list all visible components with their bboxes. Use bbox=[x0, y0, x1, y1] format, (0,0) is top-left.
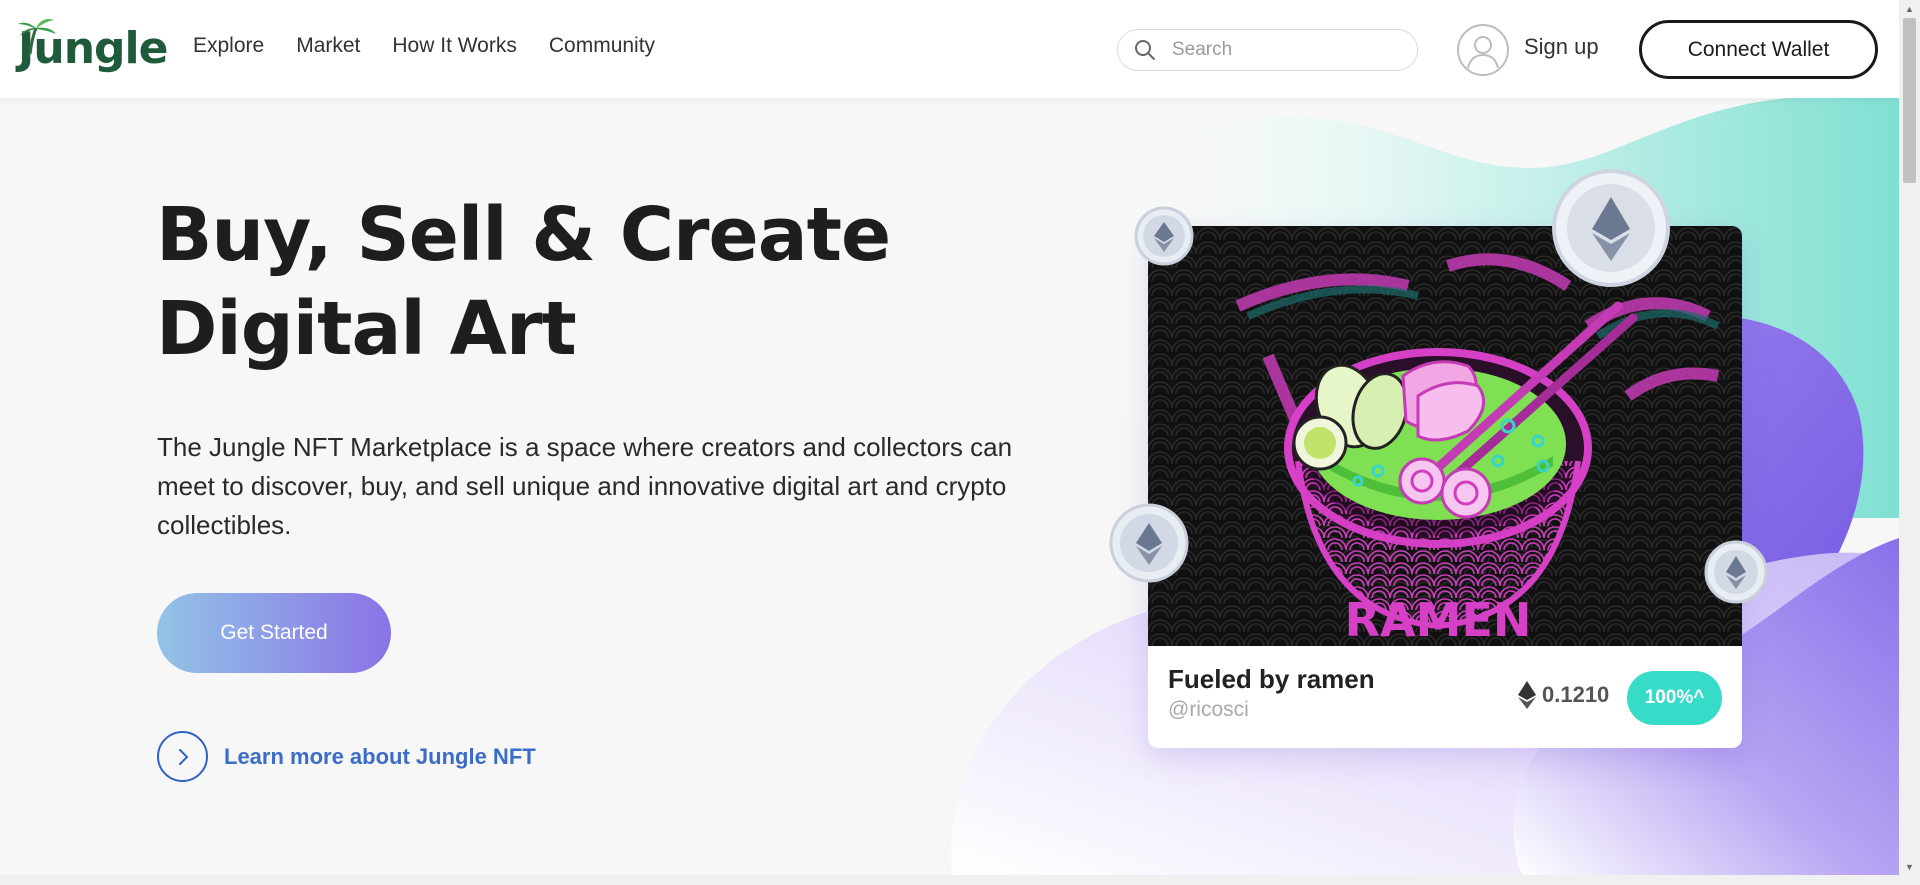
nav-how-it-works[interactable]: How It Works bbox=[392, 34, 516, 58]
nft-title: Fueled by ramen bbox=[1168, 664, 1375, 694]
nft-card[interactable]: RAMEN Fueled by ramen @ricosci 0.1210 10… bbox=[1148, 226, 1742, 748]
signup-link[interactable]: Sign up bbox=[1524, 34, 1599, 60]
top-navbar: Jungle Explore Market How It Works Commu… bbox=[0, 0, 1899, 98]
search-input[interactable] bbox=[1172, 39, 1402, 61]
ethereum-coin-icon bbox=[1109, 503, 1189, 583]
nft-price-value: 0.1210 bbox=[1542, 682, 1610, 707]
palm-logo-icon bbox=[18, 19, 56, 55]
nft-creator-handle[interactable]: @ricosci bbox=[1168, 698, 1249, 722]
ethereum-coin-icon bbox=[1552, 169, 1670, 287]
search-icon bbox=[1118, 39, 1172, 61]
nft-artwork-image: RAMEN bbox=[1148, 226, 1742, 646]
chevron-right-icon bbox=[157, 731, 208, 782]
page-bottom-edge bbox=[0, 875, 1920, 885]
hero-description: The Jungle NFT Marketplace is a space wh… bbox=[157, 432, 1013, 540]
user-avatar-icon[interactable] bbox=[1457, 24, 1509, 76]
main-nav: Explore Market How It Works Community bbox=[193, 34, 655, 58]
scroll-down-arrow-icon[interactable]: ▼ bbox=[1899, 858, 1920, 875]
connect-wallet-button[interactable]: Connect Wallet bbox=[1639, 20, 1878, 79]
ethereum-coin-icon bbox=[1134, 206, 1194, 266]
hero-title-line-1: Buy, Sell & Create bbox=[156, 192, 891, 278]
get-started-button[interactable]: Get Started bbox=[157, 593, 391, 673]
nft-change-badge: 100%^ bbox=[1627, 671, 1722, 725]
jungle-logo[interactable]: Jungle bbox=[18, 18, 168, 78]
nav-market[interactable]: Market bbox=[296, 34, 360, 58]
scroll-thumb[interactable] bbox=[1903, 18, 1916, 183]
hero-title-line-2: Digital Art bbox=[156, 286, 577, 372]
nav-community[interactable]: Community bbox=[549, 34, 655, 58]
scroll-up-arrow-icon[interactable]: ▲ bbox=[1899, 0, 1920, 17]
nav-explore[interactable]: Explore bbox=[193, 34, 264, 58]
vertical-scrollbar[interactable]: ▲ ▼ bbox=[1899, 0, 1920, 875]
ethereum-icon bbox=[1518, 681, 1536, 709]
search-box[interactable] bbox=[1117, 29, 1418, 71]
ethereum-coin-icon bbox=[1704, 540, 1768, 604]
learn-more-label: Learn more about Jungle NFT bbox=[224, 743, 536, 769]
nft-art-text: RAMEN bbox=[1345, 593, 1532, 646]
learn-more-link[interactable]: Learn more about Jungle NFT bbox=[157, 731, 536, 782]
hero-title: Buy, Sell & Create Digital Art bbox=[156, 188, 916, 376]
nft-price: 0.1210 bbox=[1518, 681, 1609, 709]
